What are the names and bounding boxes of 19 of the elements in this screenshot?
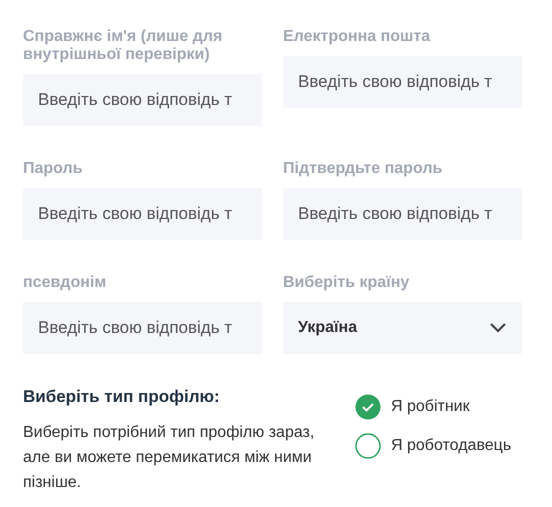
radio-label: Я робітник: [391, 397, 470, 417]
radio-button-icon[interactable]: [355, 433, 381, 459]
field-label: псевдонім: [23, 274, 108, 292]
profile-heading: Виберіть тип профілю:: [23, 386, 221, 408]
field-label: Підтвердьте пароль: [283, 160, 444, 178]
radio-label: Я роботодавець: [391, 436, 512, 456]
input-field[interactable]: Введіть свою відповідь т: [283, 188, 522, 240]
field-label: Справжнє ім'я (лише для внутрішньої перевірки): [23, 28, 224, 64]
input-field[interactable]: Введіть свою відповідь т: [283, 56, 522, 108]
chevron-down-icon: [489, 322, 507, 334]
radio-checked-icon[interactable]: [355, 394, 381, 420]
field-label: Пароль: [23, 160, 84, 178]
input-field[interactable]: Введіть свою відповідь т: [23, 74, 262, 126]
country-select[interactable]: Україна: [283, 302, 522, 354]
field-label: Електронна пошта: [283, 28, 432, 46]
input-field[interactable]: Введіть свою відповідь т: [23, 302, 262, 354]
field-label: Виберіть країну: [283, 274, 410, 292]
profile-description: Виберіть потрібний тип профілю зараз, але ви можете перемикатися між ними пізніше.: [23, 422, 316, 492]
input-field[interactable]: Введіть свою відповідь т: [23, 188, 262, 240]
